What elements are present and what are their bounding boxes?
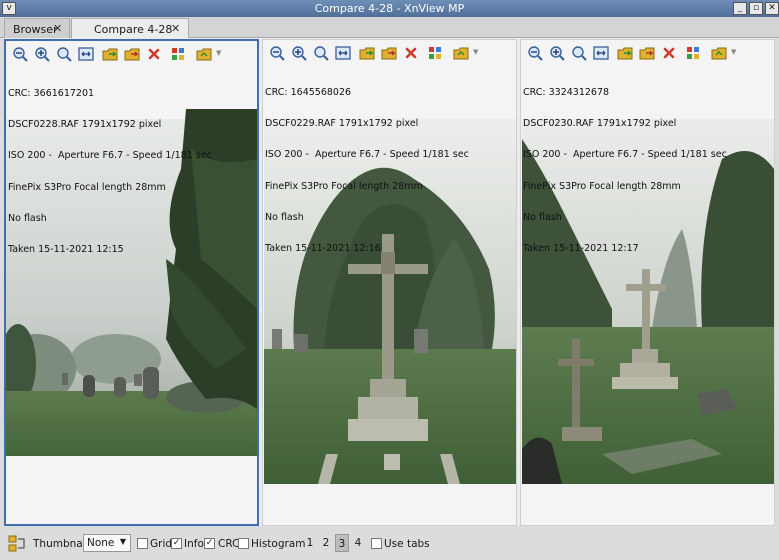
delete-icon[interactable] <box>403 45 419 61</box>
histogram-label: Histogram <box>251 538 306 550</box>
tab-compare[interactable]: Compare 4-28 ✕ <box>71 18 189 39</box>
crc-checkbox[interactable]: ✓ <box>204 538 215 549</box>
chevron-down-icon[interactable]: ▼ <box>216 49 221 57</box>
image-info: CRC: 3324312678 DSCF0230.RAF 1791x1792 p… <box>523 67 727 275</box>
info-file: DSCF0229.RAF 1791x1792 pixel <box>265 118 419 130</box>
fit-window-icon[interactable] <box>335 45 351 61</box>
compare-pane-3[interactable]: ▼ CRC: 3324312678 DSCF0230.RAF 1791x1792… <box>520 39 775 526</box>
info-file: DSCF0230.RAF 1791x1792 pixel <box>523 118 677 130</box>
image-info: CRC: 1645568026 DSCF0229.RAF 1791x1792 p… <box>265 67 469 275</box>
info-taken: Taken 15-11-2021 12:15 <box>8 243 124 255</box>
zoom-out-icon[interactable] <box>269 45 285 61</box>
info-exposure: ISO 200 - Aperture F6.7 - Speed 1/181 se… <box>523 149 727 161</box>
compare-pane-1[interactable]: ▼ CRC: 3661617201 DSCF0228.RAF 1791x1792… <box>4 39 259 526</box>
thumbnails-select[interactable]: None ▼ <box>83 534 131 552</box>
page-button-2[interactable]: 2 <box>319 534 333 552</box>
tab-close-icon[interactable]: ✕ <box>171 22 180 35</box>
delete-icon[interactable] <box>661 45 677 61</box>
info-flash: No flash <box>523 211 562 223</box>
info-crc: CRC: 3661617201 <box>8 88 95 99</box>
info-camera: FinePix S3Pro Focal length 28mm <box>265 180 423 192</box>
layout-icon[interactable] <box>8 535 26 556</box>
chevron-down-icon[interactable]: ▼ <box>731 48 736 56</box>
fit-window-icon[interactable] <box>78 46 94 62</box>
info-taken: Taken 15-11-2021 12:16 <box>265 242 381 254</box>
info-crc: CRC: 3324312678 <box>523 87 610 98</box>
window-title: Compare 4-28 - XnView MP <box>314 2 465 15</box>
info-file: DSCF0228.RAF 1791x1792 pixel <box>8 119 162 131</box>
tab-label: Browser <box>13 23 58 36</box>
delete-icon[interactable] <box>146 46 162 62</box>
tab-close-icon[interactable]: ✕ <box>53 22 62 35</box>
copy-to-folder-icon[interactable] <box>617 45 633 61</box>
tab-bar: Browser ✕ Compare 4-28 ✕ <box>0 17 779 39</box>
info-camera: FinePix S3Pro Focal length 28mm <box>8 181 166 193</box>
crc-label: CRC <box>218 538 240 550</box>
info-label: Info <box>184 538 204 550</box>
compare-area: ▼ CRC: 3661617201 DSCF0228.RAF 1791x1792… <box>4 38 775 526</box>
zoom-in-icon[interactable] <box>291 45 307 61</box>
copy-to-folder-icon[interactable] <box>359 45 375 61</box>
open-folder-icon[interactable] <box>453 45 469 61</box>
pane-toolbar: ▼ <box>263 40 516 65</box>
move-to-folder-icon[interactable] <box>381 45 397 61</box>
grid-checkbox[interactable] <box>137 538 148 549</box>
tab-browser[interactable]: Browser ✕ <box>4 18 70 38</box>
fit-window-icon[interactable] <box>593 45 609 61</box>
settings-icon[interactable] <box>170 46 186 62</box>
zoom-out-icon[interactable] <box>527 45 543 61</box>
chevron-down-icon[interactable]: ▼ <box>473 48 478 56</box>
page-button-1[interactable]: 1 <box>303 534 317 552</box>
info-checkbox[interactable]: ✓ <box>171 538 182 549</box>
zoom-reset-icon[interactable] <box>571 45 587 61</box>
move-to-folder-icon[interactable] <box>639 45 655 61</box>
chevron-down-icon: ▼ <box>119 537 126 546</box>
close-button[interactable]: ✕ <box>765 2 779 15</box>
thumbnails-value: None <box>87 537 115 549</box>
info-crc: CRC: 1645568026 <box>265 87 352 98</box>
zoom-reset-icon[interactable] <box>313 45 329 61</box>
info-exposure: ISO 200 - Aperture F6.7 - Speed 1/181 se… <box>265 149 469 161</box>
zoom-reset-icon[interactable] <box>56 46 72 62</box>
use-tabs-label: Use tabs <box>384 538 430 550</box>
use-tabs-checkbox[interactable] <box>371 538 382 549</box>
image-info: CRC: 3661617201 DSCF0228.RAF 1791x1792 p… <box>8 68 212 276</box>
zoom-out-icon[interactable] <box>12 46 28 62</box>
info-flash: No flash <box>8 212 47 224</box>
open-folder-icon[interactable] <box>711 45 727 61</box>
page-button-4[interactable]: 4 <box>351 534 365 552</box>
title-bar: v Compare 4-28 - XnView MP _ ▫ ✕ <box>0 0 779 17</box>
bottom-bar: Thumbnails None ▼ Grid ✓ Info ✓ CRC Hist… <box>0 528 779 560</box>
info-flash: No flash <box>265 211 304 223</box>
info-taken: Taken 15-11-2021 12:17 <box>523 242 639 254</box>
maximize-button[interactable]: ▫ <box>749 2 763 15</box>
tab-label: Compare 4-28 <box>94 23 173 36</box>
open-folder-icon[interactable] <box>196 46 212 62</box>
page-button-3[interactable]: 3 <box>335 534 349 552</box>
grid-label: Grid <box>150 538 173 550</box>
zoom-in-icon[interactable] <box>34 46 50 62</box>
move-to-folder-icon[interactable] <box>124 46 140 62</box>
compare-pane-2[interactable]: ▼ CRC: 1645568026 DSCF0229.RAF 1791x1792… <box>262 39 517 526</box>
minimize-button[interactable]: _ <box>733 2 747 15</box>
info-camera: FinePix S3Pro Focal length 28mm <box>523 180 681 192</box>
histogram-checkbox[interactable] <box>238 538 249 549</box>
pane-toolbar: ▼ <box>521 40 774 65</box>
settings-icon[interactable] <box>685 45 701 61</box>
copy-to-folder-icon[interactable] <box>102 46 118 62</box>
pane-toolbar: ▼ <box>6 41 257 66</box>
settings-icon[interactable] <box>427 45 443 61</box>
zoom-in-icon[interactable] <box>549 45 565 61</box>
info-exposure: ISO 200 - Aperture F6.7 - Speed 1/181 se… <box>8 150 212 162</box>
